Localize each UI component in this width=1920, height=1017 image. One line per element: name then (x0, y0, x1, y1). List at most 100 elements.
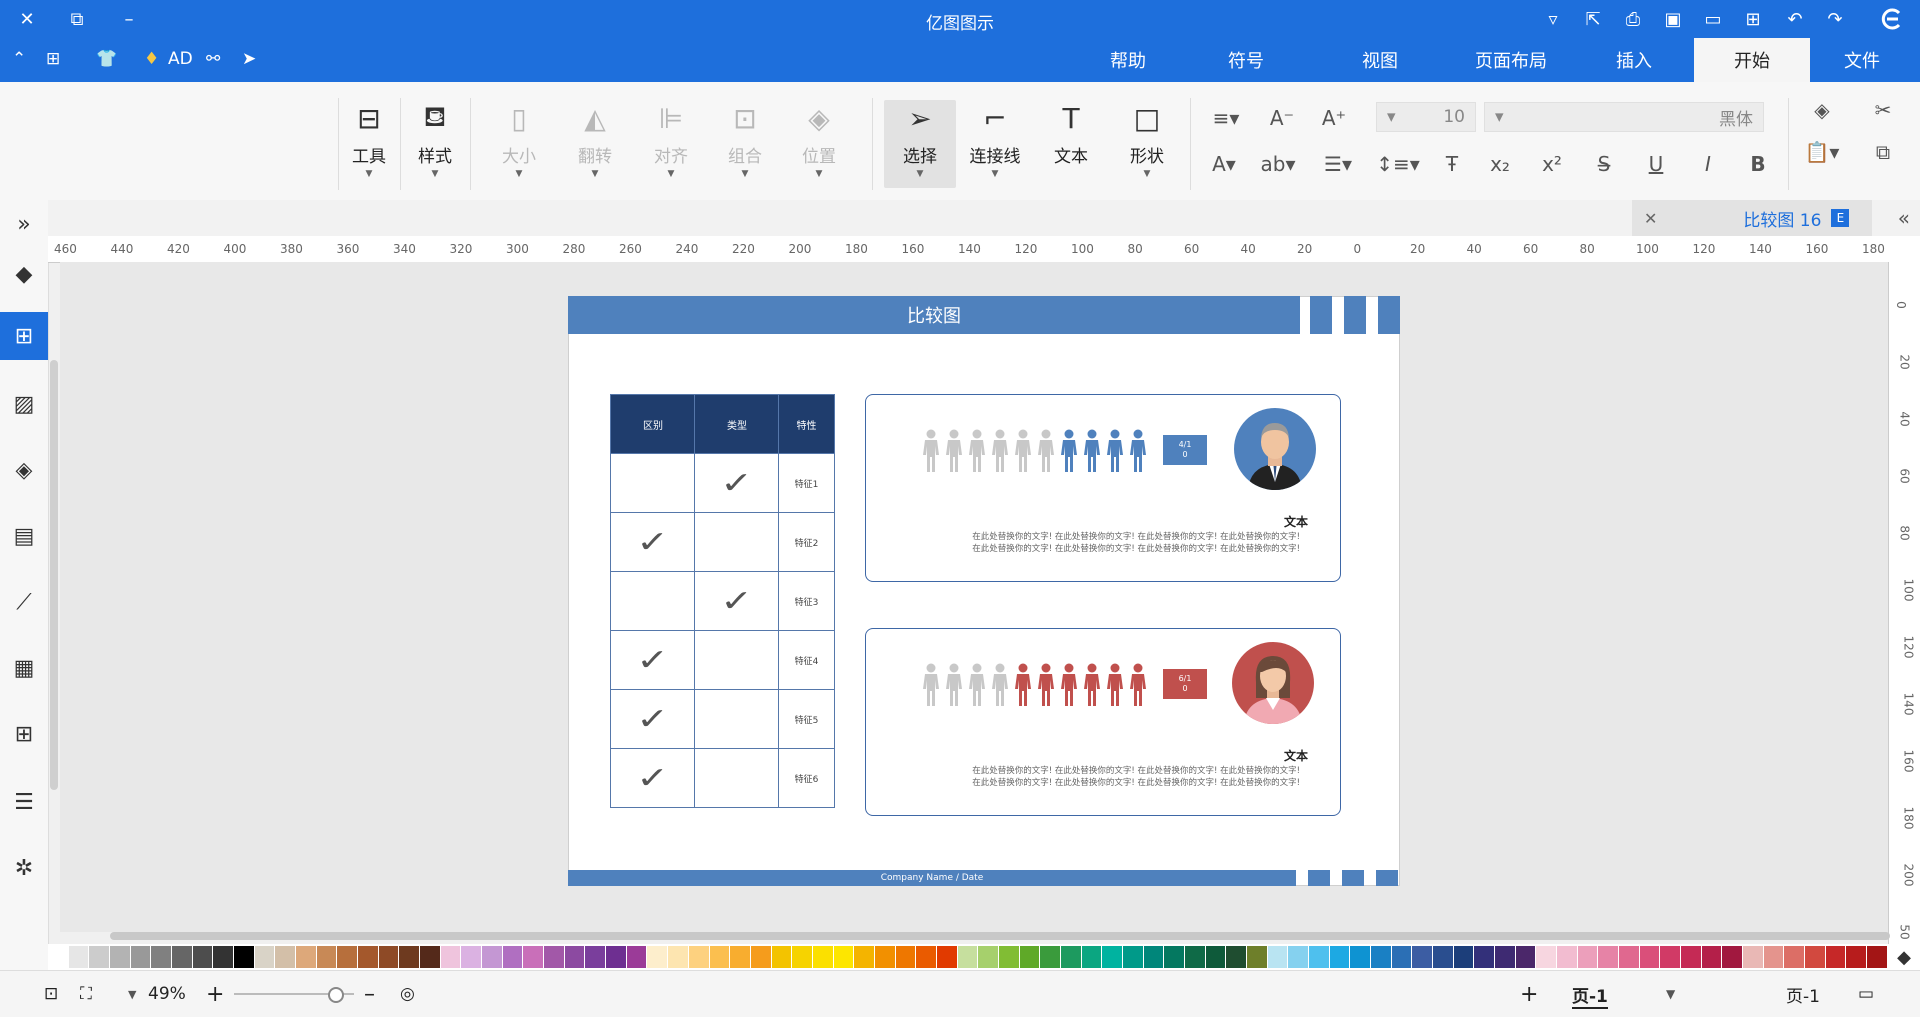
undo-icon[interactable]: ↶ (1782, 7, 1808, 31)
color-swatch[interactable] (1722, 946, 1743, 968)
fit-page-icon[interactable]: ⛶ (80, 981, 92, 1007)
table-row[interactable]: ✓ 特征1 (611, 453, 834, 513)
font-color-icon[interactable]: A▾ (1202, 150, 1246, 178)
redo-icon[interactable]: ↷ (1822, 7, 1848, 31)
color-swatch[interactable] (916, 946, 936, 968)
export-icon[interactable]: ⇱ (1580, 7, 1606, 31)
strikethrough-icon[interactable]: S̶ (1590, 150, 1618, 178)
share-icon[interactable]: ⚯ (206, 46, 220, 72)
collapse-right-panel-icon[interactable]: « (1898, 206, 1910, 230)
apps-icon[interactable]: ⊞ (46, 46, 60, 72)
mind-map-icon[interactable]: ✲ (8, 852, 40, 884)
text-button[interactable]: T 文本 (1040, 100, 1102, 188)
publish-icon[interactable]: ➤ (242, 46, 256, 72)
page-label[interactable]: 页-1 (1786, 981, 1820, 1007)
cut-icon[interactable]: ✂ (1868, 96, 1898, 124)
color-swatch[interactable] (1474, 946, 1495, 968)
person-card-male[interactable]: 4/1 0 文本 在此处替换你的文字! 在此处替换你的文字! 在此处替换你的文字… (865, 394, 1341, 582)
color-swatch[interactable] (192, 946, 213, 968)
color-swatch[interactable] (316, 946, 337, 968)
group-button[interactable]: ⊡ 组合 ▼ (714, 100, 776, 188)
font-shrink-icon[interactable]: A⁻ (1266, 104, 1298, 132)
color-swatch[interactable] (1329, 946, 1350, 968)
size-button[interactable]: ▯ 大小 ▼ (488, 100, 550, 188)
color-swatch[interactable] (1184, 946, 1205, 968)
comparison-table[interactable]: 区别 类型 特性 ✓ 特征1 ✓ 特征2 ✓ 特征3 ✓ 特征4 ✓ 特征5 ✓ 特征6 (610, 394, 835, 808)
color-swatch[interactable] (296, 946, 316, 968)
page-panel-icon[interactable]: ▤ (8, 520, 40, 552)
restore-icon[interactable]: ⧉ (64, 7, 90, 31)
color-swatch[interactable] (1846, 946, 1867, 968)
color-swatch[interactable] (1557, 946, 1577, 968)
fill-icon[interactable]: ◆ (8, 258, 40, 290)
color-swatch[interactable] (1515, 946, 1536, 968)
color-swatch[interactable] (585, 946, 606, 968)
color-swatch[interactable] (957, 946, 978, 968)
color-swatch[interactable] (1412, 946, 1433, 968)
image-icon[interactable]: ▨ (8, 388, 40, 420)
color-swatch[interactable] (213, 946, 234, 968)
color-swatch[interactable] (110, 946, 130, 968)
color-swatch[interactable] (874, 946, 895, 968)
color-swatch[interactable] (440, 946, 461, 968)
color-swatch[interactable] (1660, 946, 1681, 968)
color-swatch[interactable] (750, 946, 771, 968)
page-tab-1[interactable]: 页-1 (1572, 981, 1608, 1009)
vip-icon[interactable]: ♦ (144, 46, 159, 72)
font-name-select[interactable]: ▾ 黑体 (1484, 102, 1764, 132)
tools-button[interactable]: ⊟ 工具 ▼ (338, 100, 400, 188)
color-swatch[interactable] (626, 946, 647, 968)
close-icon[interactable]: ✕ (14, 7, 40, 31)
table-row[interactable]: ✓ 特征2 (611, 512, 834, 572)
table-row[interactable]: ✓ 特征3 (611, 571, 834, 631)
outline-icon[interactable]: ⊞ (8, 718, 40, 750)
color-swatch[interactable] (1453, 946, 1474, 968)
zoom-out-icon[interactable]: – (364, 981, 375, 1007)
color-swatch[interactable] (1350, 946, 1370, 968)
ad-label[interactable]: AD (168, 46, 193, 72)
color-swatch[interactable] (172, 946, 192, 968)
connector-button[interactable]: ⌐ 连接线 ▼ (964, 100, 1026, 188)
theme-icon[interactable]: 👕 (96, 46, 117, 72)
color-swatch[interactable] (1205, 946, 1226, 968)
italic-icon[interactable]: I (1694, 150, 1722, 178)
color-swatch[interactable] (1040, 946, 1060, 968)
color-swatch[interactable] (48, 946, 68, 968)
color-swatch[interactable] (378, 946, 399, 968)
play-icon[interactable]: ◎ (400, 981, 415, 1007)
new-icon[interactable]: ⊞ (1740, 7, 1766, 31)
color-swatch[interactable] (254, 946, 275, 968)
color-swatch[interactable] (978, 946, 998, 968)
color-swatch[interactable] (812, 946, 833, 968)
color-swatch[interactable] (482, 946, 502, 968)
color-swatch[interactable] (1805, 946, 1825, 968)
underline-icon[interactable]: U (1642, 150, 1670, 178)
color-swatch[interactable] (234, 946, 254, 968)
color-swatch[interactable] (544, 946, 564, 968)
page-layout-icon[interactable]: ▭ (1858, 981, 1874, 1007)
page-footer[interactable]: Company Name / Date (568, 870, 1296, 886)
page-dropdown-icon[interactable]: ▼ (1666, 981, 1675, 1007)
select-button[interactable]: ➢ 选择 ▼ (884, 100, 956, 188)
superscript-icon[interactable]: x² (1538, 150, 1566, 178)
zoom-level[interactable]: 49% (148, 981, 186, 1007)
color-swatch[interactable] (1619, 946, 1639, 968)
color-swatch[interactable] (1246, 946, 1267, 968)
color-swatch[interactable] (1122, 946, 1143, 968)
color-swatch[interactable] (68, 946, 89, 968)
shape-button[interactable]: □ 形状 ▼ (1116, 100, 1178, 188)
text-highlight-icon[interactable]: ab▾ (1256, 150, 1300, 178)
page-header-title[interactable]: 比较图 (568, 296, 1300, 334)
line-spacing-icon[interactable]: ≡▾ (1204, 104, 1248, 132)
color-swatch[interactable] (668, 946, 688, 968)
open-icon[interactable]: ▭ (1700, 7, 1726, 31)
tab-home[interactable]: 开始 (1694, 38, 1810, 82)
font-grow-icon[interactable]: A⁺ (1318, 104, 1350, 132)
color-swatch[interactable] (1308, 946, 1329, 968)
color-swatch[interactable] (1288, 946, 1308, 968)
table-row[interactable]: ✓ 特征4 (611, 630, 834, 690)
color-swatch[interactable] (1577, 946, 1598, 968)
tab-symbol[interactable]: 符号 (1196, 38, 1296, 82)
color-swatch[interactable] (420, 946, 440, 968)
color-swatch[interactable] (399, 946, 420, 968)
